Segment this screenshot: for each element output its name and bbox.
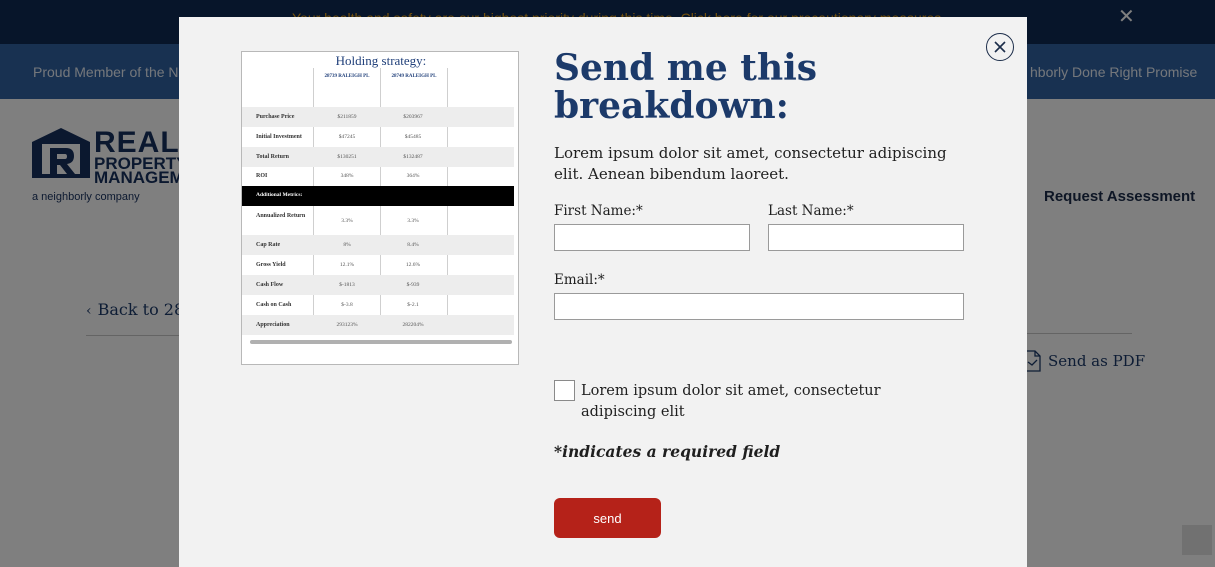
row-value: 12.1% xyxy=(339,262,355,268)
table-row: Gross Yield 12.1% 12.6% xyxy=(242,255,514,275)
row-value: $203967 xyxy=(403,114,423,120)
row-value: $-3.8 xyxy=(341,302,353,308)
first-name-field[interactable] xyxy=(554,224,750,251)
row-label: Appreciation xyxy=(256,322,290,328)
row-value: 3.3% xyxy=(341,218,353,224)
row-value: $45485 xyxy=(404,134,422,140)
required-field-note: *indicates a required field xyxy=(554,442,781,461)
consent-checkbox[interactable] xyxy=(554,380,575,401)
table-row: Total Return $130251 $132487 xyxy=(242,147,514,167)
preview-column-header: 28739 RALEIGH PL xyxy=(324,74,370,79)
preview-column-header: 28749 RALEIGH PL xyxy=(391,74,437,79)
email-label: Email:* xyxy=(554,272,605,288)
row-value: $130251 xyxy=(337,154,357,160)
report-preview: Holding strategy: 28739 RALEIGH PL 28749… xyxy=(241,51,519,365)
table-row: ROI 348% 364% xyxy=(242,167,514,186)
first-name-label: First Name:* xyxy=(554,203,643,219)
row-label: Cap Rate xyxy=(256,242,281,248)
table-row: Initial Investment $47245 $45485 xyxy=(242,127,514,147)
form-description: Lorem ipsum dolor sit amet, consectetur … xyxy=(554,144,947,183)
row-value: 293123% xyxy=(336,322,358,328)
send-button[interactable]: send xyxy=(554,498,661,538)
row-label: Gross Yield xyxy=(256,262,286,268)
row-value: $211859 xyxy=(337,114,357,120)
email-field[interactable] xyxy=(554,293,964,320)
row-value: 12.6% xyxy=(405,262,421,268)
row-value: 282204% xyxy=(402,322,424,328)
row-value: $-1813 xyxy=(339,282,355,288)
row-value: $-2.1 xyxy=(407,302,419,308)
row-value: $132487 xyxy=(403,154,423,160)
row-value: 364% xyxy=(406,173,420,179)
table-row: Annualized Return 3.3% 3.3% xyxy=(242,208,514,234)
preview-title: Holding strategy: xyxy=(335,53,427,68)
table-row: Cash on Cash $-3.8 $-2.1 xyxy=(242,295,514,315)
section-header-row: Additional Metrics: xyxy=(242,186,514,206)
row-value: $47245 xyxy=(338,134,356,140)
row-label: Annualized Return xyxy=(256,213,306,219)
row-label: Cash Flow xyxy=(256,282,284,288)
consent-checkbox-label[interactable]: Lorem ipsum dolor sit amet, consectetur … xyxy=(581,381,901,423)
row-label: Total Return xyxy=(256,154,289,160)
row-value: 3.3% xyxy=(407,218,419,224)
row-label: Purchase Price xyxy=(256,114,295,120)
row-value: $-939 xyxy=(406,282,420,288)
section-header-label: Additional Metrics: xyxy=(256,192,303,198)
close-x-glyph xyxy=(994,41,1006,53)
row-label: ROI xyxy=(256,173,268,179)
row-label: Initial Investment xyxy=(256,134,302,140)
last-name-field[interactable] xyxy=(768,224,964,251)
table-row: Cash Flow $-1813 $-939 xyxy=(242,275,514,295)
breakdown-modal: Holding strategy: 28739 RALEIGH PL 28749… xyxy=(179,17,1027,567)
close-circle-icon[interactable] xyxy=(986,33,1014,61)
table-row: Cap Rate 8% 8.4% xyxy=(242,235,514,255)
row-value: 8.4% xyxy=(407,242,419,248)
preview-scrollbar[interactable] xyxy=(250,340,512,344)
row-value: 348% xyxy=(340,173,354,179)
table-row: Purchase Price $211859 $203967 xyxy=(242,107,514,127)
last-name-label: Last Name:* xyxy=(768,203,854,219)
row-label: Cash on Cash xyxy=(256,302,292,308)
form-title: Send me this breakdown: xyxy=(554,47,818,127)
table-row: Appreciation 293123% 282204% xyxy=(242,315,514,335)
row-value: 8% xyxy=(343,242,351,248)
